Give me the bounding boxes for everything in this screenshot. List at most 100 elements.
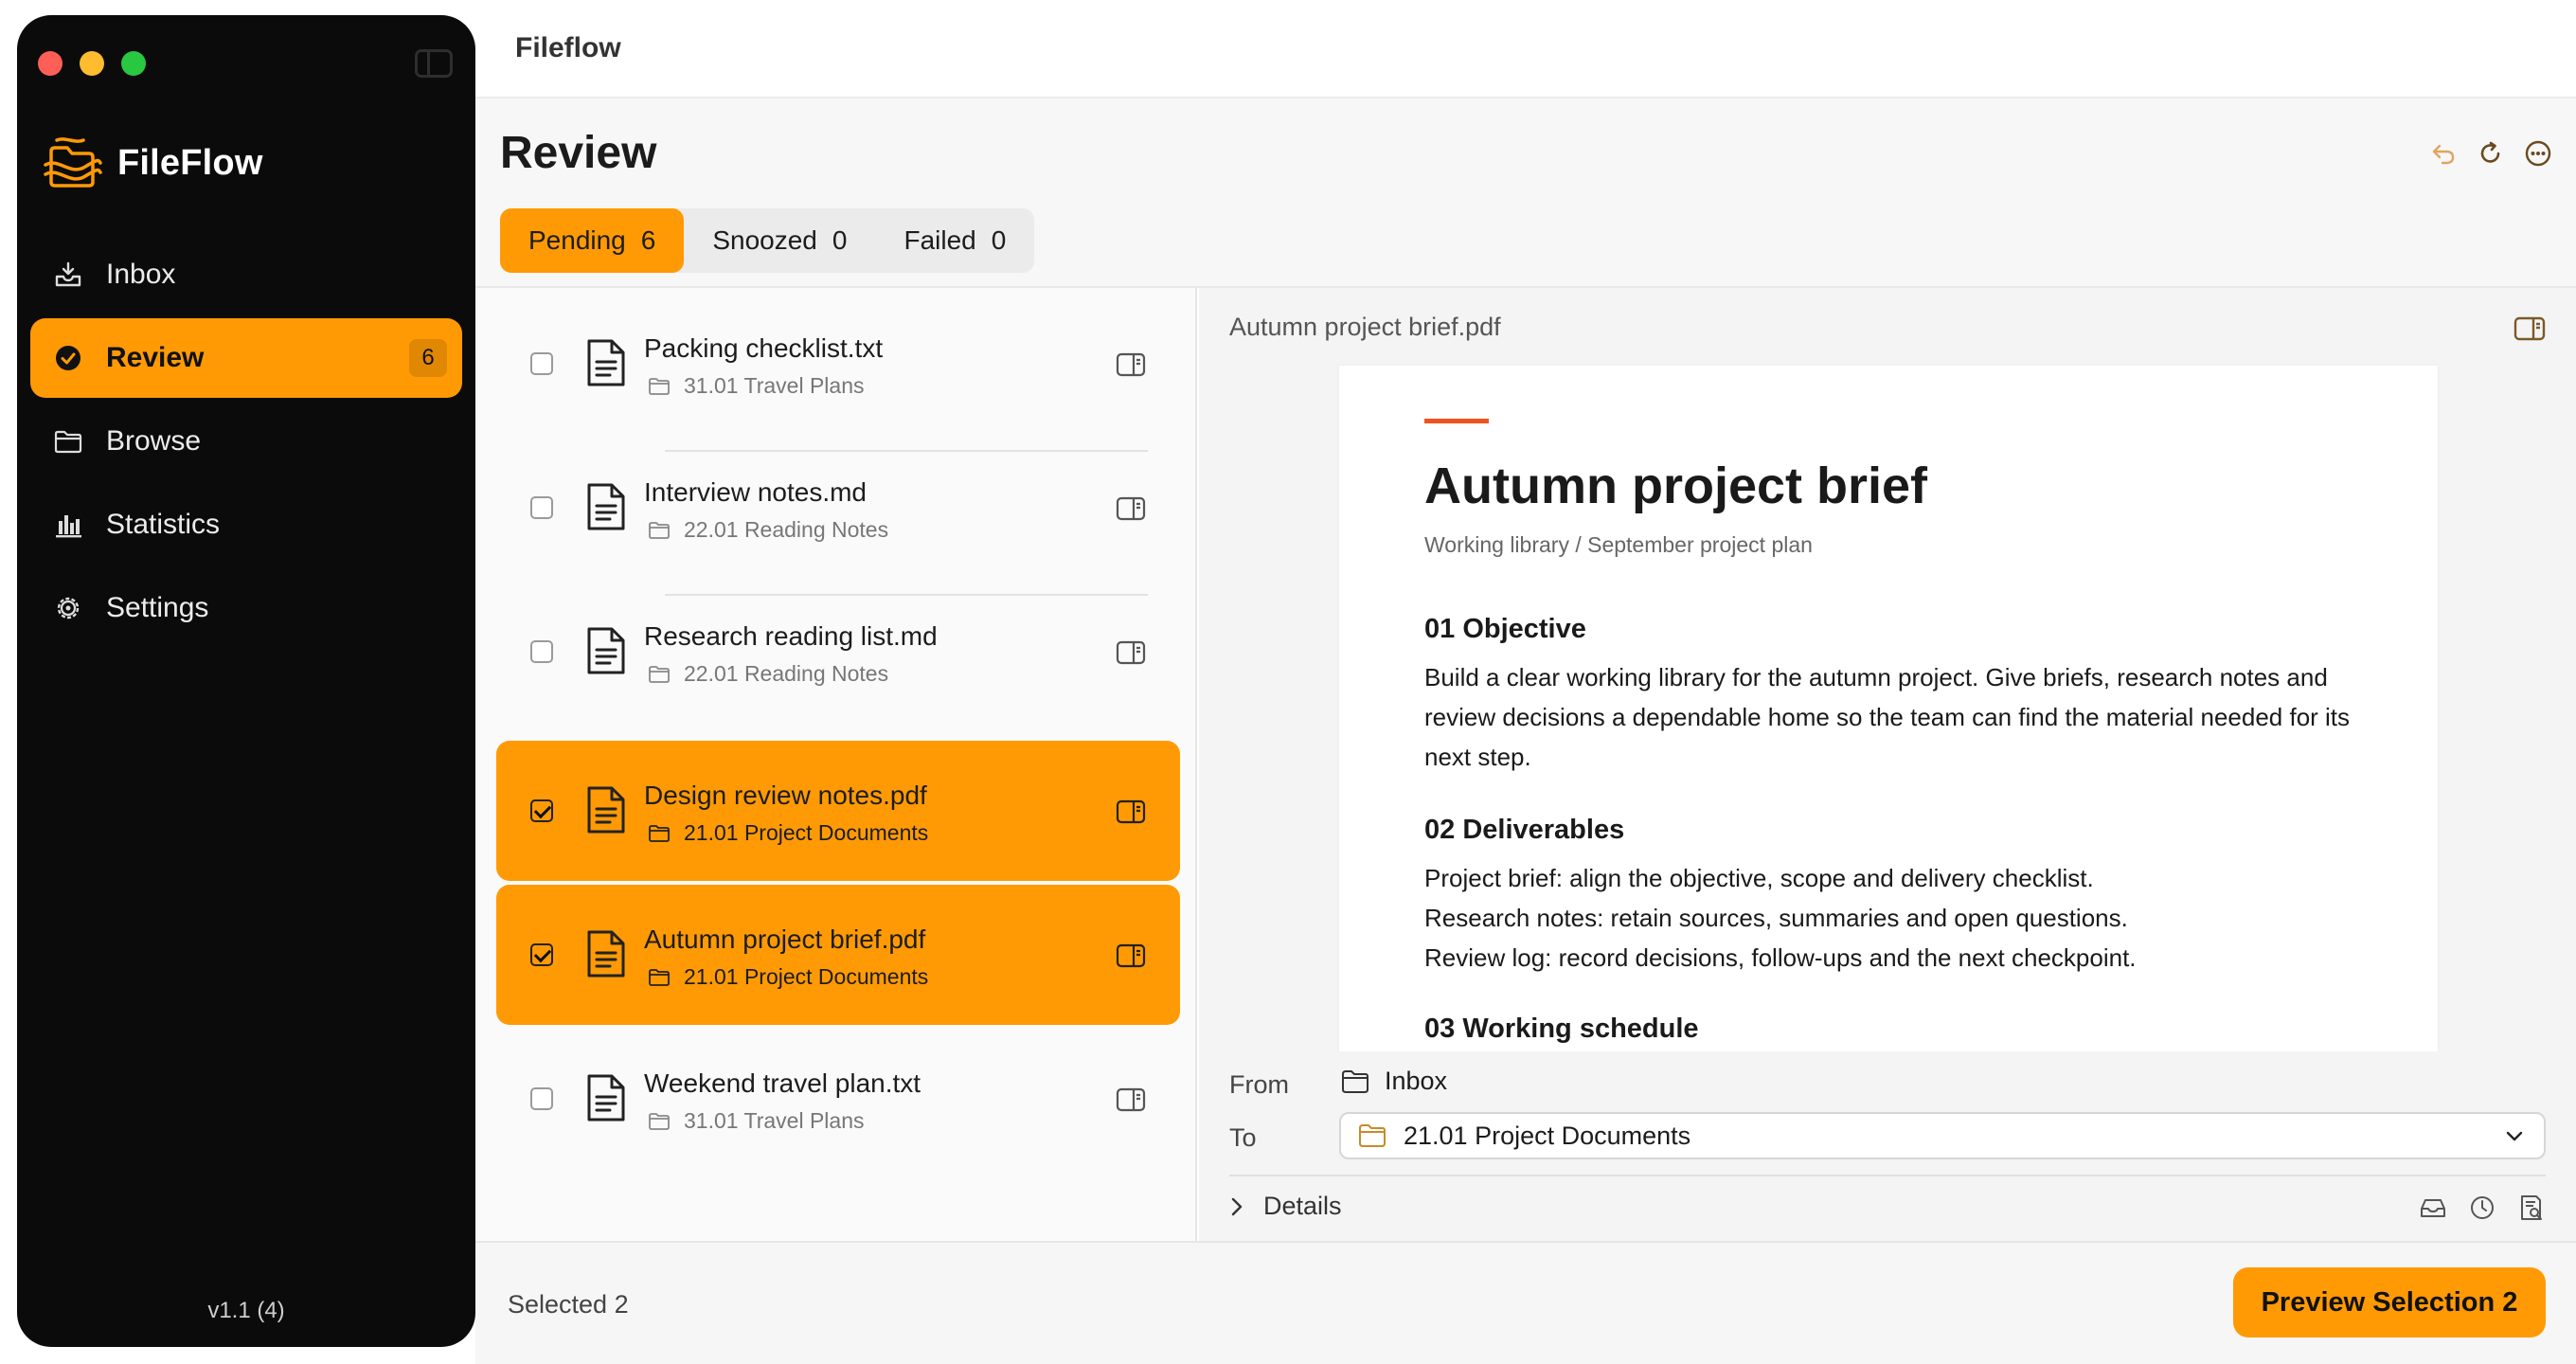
file-checkbox[interactable]: [530, 943, 553, 966]
status-tabs: Pending 6 Snoozed 0 Failed 0: [500, 208, 1035, 273]
doc-line: Review log: record decisions, follow-ups…: [1424, 943, 2137, 972]
file-folder: 31.01 Travel Plans: [648, 373, 865, 399]
from-value-label: Inbox: [1385, 1067, 1448, 1095]
move-panel: From Inbox To 21.01 Project Documents De…: [1199, 1051, 2576, 1241]
divider: [1229, 1175, 2546, 1176]
sidebar-item-label: Statistics: [106, 509, 221, 540]
clock-icon[interactable]: [2468, 1194, 2496, 1222]
quick-look-icon[interactable]: [1116, 352, 1146, 377]
tray-icon[interactable]: [2419, 1194, 2447, 1222]
quick-look-icon[interactable]: [1116, 799, 1146, 824]
document-icon: [587, 627, 625, 674]
folder-icon: [53, 426, 83, 457]
file-row[interactable]: Interview notes.md 22.01 Reading Notes: [496, 438, 1180, 578]
file-checkbox[interactable]: [530, 799, 553, 822]
details-label: Details: [1263, 1192, 1342, 1220]
doc-title: Autumn project brief: [1424, 458, 1928, 514]
file-row[interactable]: Research reading list.md 22.01 Reading N…: [496, 582, 1180, 722]
quick-look-icon[interactable]: [1116, 640, 1146, 665]
document-search-icon[interactable]: [2517, 1194, 2546, 1222]
fileflow-logo-icon: [44, 137, 102, 188]
doc-subtitle: Working library / September project plan: [1424, 532, 1813, 557]
app-version: v1.1 (4): [207, 1298, 285, 1323]
quick-look-icon[interactable]: [1116, 943, 1146, 968]
details-disclosure[interactable]: Details: [1229, 1192, 1342, 1221]
file-folder: 22.01 Reading Notes: [648, 661, 888, 687]
folder-icon: [649, 1112, 670, 1130]
inbox-tray-icon: [53, 260, 83, 290]
chevron-down-icon: [2506, 1131, 2523, 1141]
file-checkbox[interactable]: [530, 1087, 553, 1110]
file-name: Autumn project brief.pdf: [644, 924, 926, 954]
document-icon: [587, 930, 625, 978]
doc-line: Project brief: align the objective, scop…: [1424, 864, 2094, 892]
tab-failed[interactable]: Failed 0: [875, 208, 1034, 273]
zoom-window-button[interactable]: [121, 51, 146, 76]
file-row[interactable]: Design review notes.pdf 21.01 Project Do…: [496, 741, 1180, 881]
document-icon: [587, 786, 625, 834]
document-icon: [587, 1074, 625, 1122]
sidebar-toggle-icon[interactable]: [415, 49, 453, 78]
file-name: Interview notes.md: [644, 477, 867, 507]
tab-snoozed[interactable]: Snoozed 0: [684, 208, 875, 273]
sidebar-item-statistics[interactable]: Statistics: [30, 485, 462, 565]
file-folder: 31.01 Travel Plans: [648, 1108, 865, 1134]
header-actions: [2428, 138, 2553, 169]
undo-icon[interactable]: [2428, 138, 2459, 169]
folder-icon: [649, 665, 670, 683]
file-name: Design review notes.pdf: [644, 781, 927, 810]
folder-icon: [649, 968, 670, 986]
sidebar-item-label: Browse: [106, 425, 202, 457]
sidebar-item-label: Settings: [106, 592, 209, 623]
from-value: Inbox: [1341, 1067, 1447, 1096]
refresh-icon[interactable]: [2476, 138, 2506, 169]
file-name: Packing checklist.txt: [644, 333, 884, 363]
file-checkbox[interactable]: [530, 352, 553, 375]
folder-icon: [1359, 1124, 1386, 1147]
file-row[interactable]: Weekend travel plan.txt 31.01 Travel Pla…: [496, 1029, 1180, 1169]
file-row[interactable]: Packing checklist.txt 31.01 Travel Plans: [496, 294, 1180, 434]
tab-count: 0: [832, 225, 848, 255]
check-circle-icon: [53, 343, 83, 373]
doc-heading: 01 Objective: [1424, 614, 1586, 644]
close-window-button[interactable]: [38, 51, 63, 76]
file-name: Research reading list.md: [644, 621, 938, 651]
sidebar-item-inbox[interactable]: Inbox: [30, 235, 462, 314]
from-label: From: [1229, 1070, 1289, 1099]
quick-look-icon[interactable]: [1116, 1087, 1146, 1112]
tab-count: 6: [640, 225, 656, 255]
folder-icon: [1342, 1069, 1368, 1093]
folder-icon: [649, 521, 670, 539]
review-header: Review Pending 6 Snoozed 0 Failed 0: [475, 99, 2576, 288]
file-row[interactable]: Autumn project brief.pdf 21.01 Project D…: [496, 885, 1180, 1025]
doc-paragraph: Build a clear working library for the au…: [1424, 663, 2351, 771]
sidebar: FileFlow Inbox Review 6 Browse Statistic…: [17, 15, 475, 1347]
quick-look-icon[interactable]: [1116, 496, 1146, 521]
sidebar-item-browse[interactable]: Browse: [30, 402, 462, 481]
footer-bar: Selected 2 Preview Selection 2: [475, 1241, 2576, 1364]
file-folder-label: 22.01 Reading Notes: [684, 517, 889, 542]
doc-accent-line: [1424, 419, 1489, 423]
document-preview[interactable]: Autumn project brief Working library / S…: [1339, 366, 2438, 1051]
sidebar-item-review[interactable]: Review 6: [30, 318, 462, 398]
sidebar-item-settings[interactable]: Settings: [30, 568, 462, 648]
file-folder-label: 22.01 Reading Notes: [684, 661, 889, 686]
preview-file-name: Autumn project brief.pdf: [1229, 313, 1501, 341]
file-checkbox[interactable]: [530, 640, 553, 663]
preview-selection-button[interactable]: Preview Selection 2: [2233, 1267, 2546, 1337]
brand-name: FileFlow: [117, 142, 263, 183]
document-icon: [587, 339, 625, 386]
destination-select[interactable]: 21.01 Project Documents: [1339, 1112, 2546, 1159]
inspector-toggle-icon[interactable]: [2513, 316, 2546, 341]
file-list: Packing checklist.txt 31.01 Travel Plans…: [475, 288, 1197, 1241]
tab-count: 0: [991, 225, 1007, 255]
tab-pending[interactable]: Pending 6: [500, 208, 685, 273]
more-icon[interactable]: [2523, 138, 2553, 169]
doc-line: Research notes: retain sources, summarie…: [1424, 904, 2128, 932]
folder-icon: [649, 824, 670, 842]
file-folder-label: 31.01 Travel Plans: [684, 373, 865, 398]
file-checkbox[interactable]: [530, 496, 553, 519]
tab-label: Pending: [528, 225, 626, 255]
file-folder-label: 21.01 Project Documents: [684, 820, 929, 845]
minimize-window-button[interactable]: [80, 51, 104, 76]
